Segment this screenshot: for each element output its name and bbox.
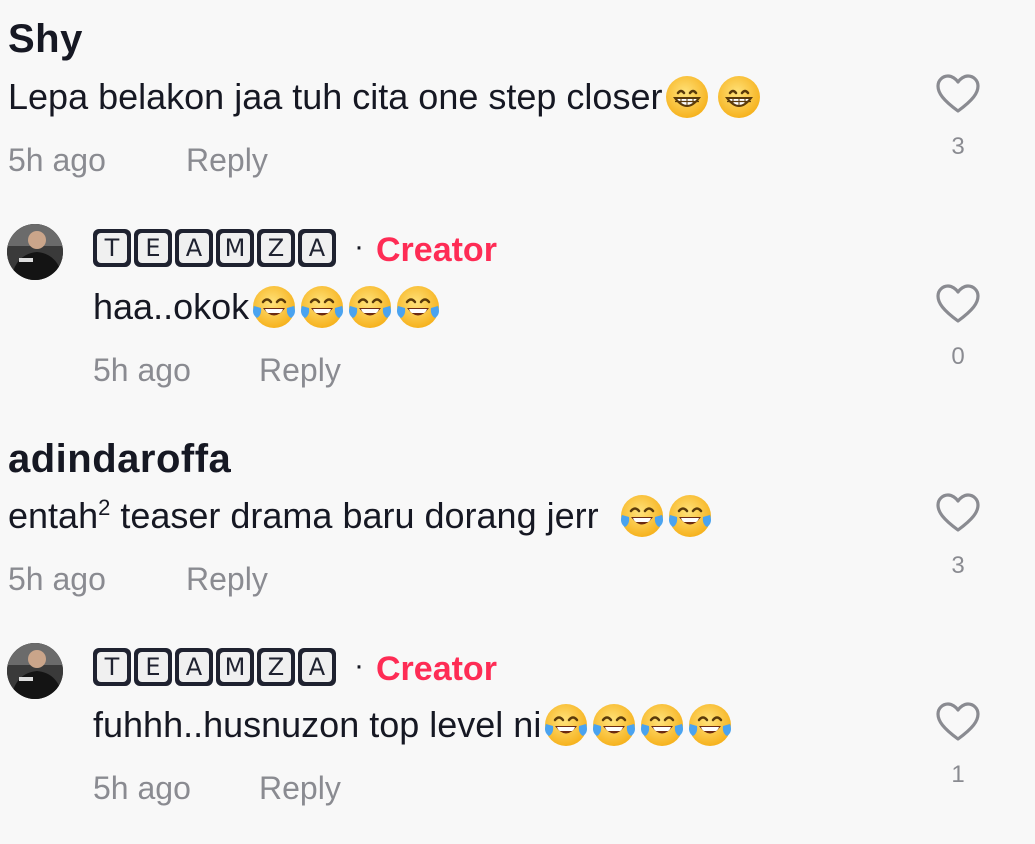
tears-of-joy-emoji — [591, 702, 637, 748]
tears-of-joy-emoji — [251, 284, 297, 330]
separator-dot: · — [354, 649, 364, 682]
creator-username[interactable]: T E A M Z A — [93, 648, 336, 686]
comment-text: entah2 teaser drama baru dorang jerr — [8, 491, 713, 541]
reply-button[interactable]: Reply — [259, 352, 341, 389]
reply-button[interactable]: Reply — [186, 561, 268, 598]
tears-of-joy-emoji — [619, 493, 665, 539]
comment-text: Lepa belakon jaa tuh cita one step close… — [8, 72, 762, 122]
creator-badge: Creator — [376, 650, 497, 688]
like-count: 0 — [951, 343, 965, 370]
like-count: 1 — [951, 761, 965, 788]
tears-of-joy-emoji — [667, 493, 713, 539]
like-count: 3 — [951, 552, 965, 579]
separator-dot: · — [354, 230, 364, 263]
heart-outline-icon[interactable] — [935, 492, 981, 534]
heart-outline-icon[interactable] — [935, 73, 981, 115]
grin-emoji — [716, 74, 762, 120]
comment-time: 5h ago — [93, 770, 191, 806]
comment-text: fuhhh..husnuzon top level ni — [93, 700, 733, 750]
tears-of-joy-emoji — [395, 284, 441, 330]
tears-of-joy-emoji — [639, 702, 685, 748]
avatar[interactable] — [7, 224, 63, 280]
comment-username[interactable]: adindaroffa — [8, 437, 231, 482]
reply-button[interactable]: Reply — [186, 142, 268, 179]
creator-badge: Creator — [376, 231, 497, 269]
comment-username[interactable]: Shy — [8, 17, 83, 62]
tears-of-joy-emoji — [299, 284, 345, 330]
comment-time: 5h ago — [8, 142, 106, 178]
heart-outline-icon[interactable] — [935, 701, 981, 743]
comment-time: 5h ago — [8, 561, 106, 597]
reply-button[interactable]: Reply — [259, 770, 341, 807]
heart-outline-icon[interactable] — [935, 283, 981, 325]
tears-of-joy-emoji — [347, 284, 393, 330]
tears-of-joy-emoji — [543, 702, 589, 748]
like-count: 3 — [951, 133, 965, 160]
comment-time: 5h ago — [93, 352, 191, 388]
comment-text: haa..okok — [93, 282, 441, 332]
grin-emoji — [664, 74, 710, 120]
creator-username[interactable]: T E A M Z A — [93, 229, 336, 267]
tears-of-joy-emoji — [687, 702, 733, 748]
avatar[interactable] — [7, 643, 63, 699]
